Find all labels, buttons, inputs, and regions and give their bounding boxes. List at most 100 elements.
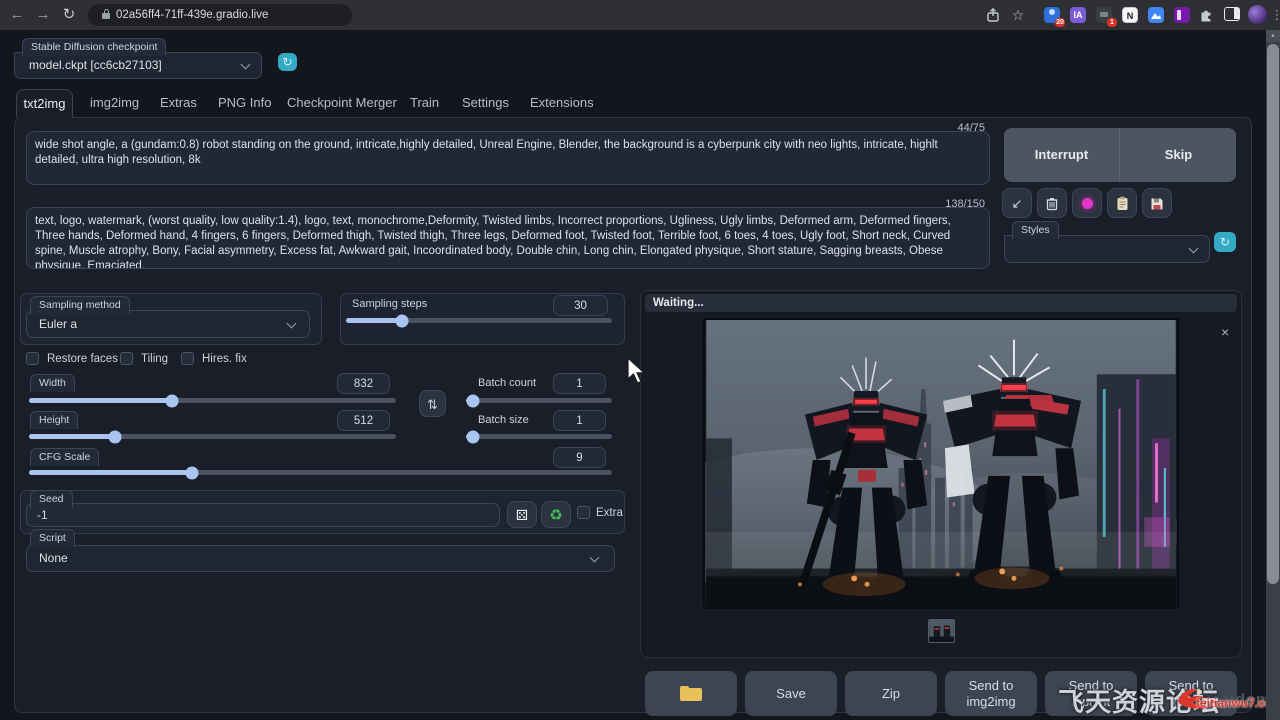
screen: ← → ↻ 02a56ff4-71ff-439e.gradio.live ☆ 2… (0, 0, 1280, 720)
open-folder-button[interactable] (645, 671, 737, 716)
restore-faces-checkbox[interactable] (26, 352, 39, 365)
restore-faces-label: Restore faces (47, 353, 118, 365)
onenote-extension-icon[interactable] (1174, 7, 1190, 23)
checkpoint-refresh-button[interactable]: ↻ (278, 53, 297, 71)
batch-count-slider[interactable] (466, 398, 612, 403)
seed-extra-checkbox[interactable] (577, 506, 590, 519)
skip-button[interactable]: Skip (1121, 128, 1236, 182)
width-value[interactable]: 832 (337, 373, 390, 394)
gallery-thumbnail[interactable] (928, 619, 955, 643)
cfg-scale-value[interactable]: 9 (553, 447, 606, 468)
paste-params-button[interactable]: ↙ (1002, 188, 1032, 218)
tiling-label: Tiling (141, 353, 168, 365)
sidebar-toggle-icon[interactable] (1224, 7, 1240, 21)
pin-extension-icon[interactable]: 20 (1044, 7, 1060, 23)
progress-bar: Waiting... (645, 294, 1237, 312)
save-style-button[interactable] (1142, 188, 1172, 218)
notion-extension-icon[interactable]: N (1122, 7, 1138, 23)
save-button[interactable]: Save (745, 671, 837, 716)
browser-menu-icon[interactable]: ⋮ (1266, 0, 1280, 30)
share-icon[interactable] (985, 7, 1001, 23)
clipboard-icon (1116, 196, 1129, 211)
styles-label: Styles (1012, 221, 1059, 239)
forward-icon[interactable]: → (32, 0, 54, 30)
extra-networks-button[interactable] (1072, 188, 1102, 218)
batch-size-slider[interactable] (466, 434, 612, 439)
reuse-seed-button[interactable]: ♻ (541, 501, 571, 528)
bookmark-star-icon[interactable]: ☆ (1007, 0, 1029, 30)
cfg-scale-slider[interactable] (29, 470, 612, 475)
width-slider[interactable] (29, 398, 396, 403)
seed-extra-option[interactable]: Extra (577, 506, 623, 519)
tab-checkpoint-merger[interactable]: Checkpoint Merger (287, 89, 397, 117)
screenshot-extension-badge: 1 (1107, 18, 1117, 27)
sampling-steps-value[interactable]: 30 (553, 295, 608, 316)
send-to-img2img-button[interactable]: Send to img2img (945, 671, 1037, 716)
clear-prompt-button[interactable] (1037, 188, 1067, 218)
height-value[interactable]: 512 (337, 410, 390, 431)
zip-button[interactable]: Zip (845, 671, 937, 716)
ia-extension-icon[interactable]: IA (1070, 7, 1086, 23)
profile-avatar[interactable] (1248, 5, 1267, 24)
scrollbar-up-icon[interactable]: ▲ (1266, 30, 1280, 42)
batch-size-value[interactable]: 1 (553, 410, 606, 431)
hires-fix-label: Hires. fix (202, 353, 247, 365)
prompt-input[interactable]: wide shot angle, a (gundam:0.8) robot st… (26, 131, 990, 185)
styles-dropdown[interactable] (1004, 235, 1210, 263)
scrollbar-thumb[interactable] (1267, 44, 1279, 584)
tab-extensions[interactable]: Extensions (530, 89, 594, 117)
tiling-checkbox[interactable] (120, 352, 133, 365)
batch-size-label: Batch size (478, 414, 529, 426)
batch-count-value[interactable]: 1 (553, 373, 606, 394)
hires-fix-checkbox[interactable] (181, 352, 194, 365)
back-icon[interactable]: ← (6, 0, 28, 30)
extensions-puzzle-icon[interactable] (1198, 6, 1215, 23)
seed-input[interactable] (26, 503, 500, 527)
generated-image[interactable] (703, 318, 1179, 609)
tiling-option[interactable]: Tiling (120, 352, 168, 365)
tab-img2img[interactable]: img2img (90, 89, 139, 117)
swap-icon: ⇅ (427, 397, 438, 412)
height-slider[interactable] (29, 434, 396, 439)
trash-icon (1045, 196, 1059, 211)
arrow-sw-icon: ↙ (1012, 196, 1023, 211)
restore-faces-option[interactable]: Restore faces (26, 352, 118, 365)
random-seed-button[interactable]: ⚄ (507, 501, 537, 528)
screenshot-extension-icon[interactable]: 1 (1096, 7, 1112, 23)
chevron-down-icon (241, 60, 251, 70)
height-label: Height (30, 411, 78, 429)
recycle-icon: ♻ (549, 507, 562, 524)
hires-fix-option[interactable]: Hires. fix (181, 352, 247, 365)
reload-icon[interactable]: ↻ (58, 0, 80, 30)
pin-extension-badge: 20 (1055, 18, 1065, 27)
interrupt-button[interactable]: Interrupt (1004, 128, 1120, 182)
apply-style-button[interactable] (1107, 188, 1137, 218)
tab-settings[interactable]: Settings (462, 89, 509, 117)
progress-status: Waiting... (653, 297, 704, 309)
sampling-method-dropdown[interactable]: Euler a (26, 310, 310, 338)
script-value: None (39, 551, 68, 565)
checkpoint-dropdown[interactable]: model.ckpt [cc6cb27103] (14, 52, 262, 79)
browser-toolbar: ← → ↻ 02a56ff4-71ff-439e.gradio.live ☆ 2… (0, 0, 1280, 30)
address-bar[interactable]: 02a56ff4-71ff-439e.gradio.live (88, 4, 352, 26)
url-text: 02a56ff4-71ff-439e.gradio.live (116, 9, 268, 21)
tab-txt2img[interactable]: txt2img (16, 89, 73, 118)
checkpoint-value: model.ckpt [cc6cb27103] (29, 58, 162, 72)
close-image-icon[interactable]: × (1221, 325, 1229, 339)
script-label: Script (30, 529, 75, 547)
mouse-cursor (627, 357, 649, 387)
styles-refresh-button[interactable]: ↻ (1214, 232, 1236, 252)
tab-train[interactable]: Train (410, 89, 439, 117)
photos-extension-icon[interactable] (1148, 7, 1164, 23)
script-dropdown[interactable]: None (26, 545, 615, 572)
batch-count-label: Batch count (478, 377, 536, 389)
tab-extras[interactable]: Extras (160, 89, 197, 117)
tab-png-info[interactable]: PNG Info (218, 89, 271, 117)
swap-dimensions-button[interactable]: ⇅ (419, 390, 446, 417)
sampling-steps-slider[interactable] (346, 318, 612, 323)
dice-icon: ⚄ (516, 507, 528, 523)
checkpoint-label: Stable Diffusion checkpoint (22, 38, 166, 56)
sampling-method-value: Euler a (39, 317, 77, 331)
extra-networks-icon (1082, 198, 1093, 209)
negative-prompt-input[interactable]: text, logo, watermark, (worst quality, l… (26, 207, 990, 269)
